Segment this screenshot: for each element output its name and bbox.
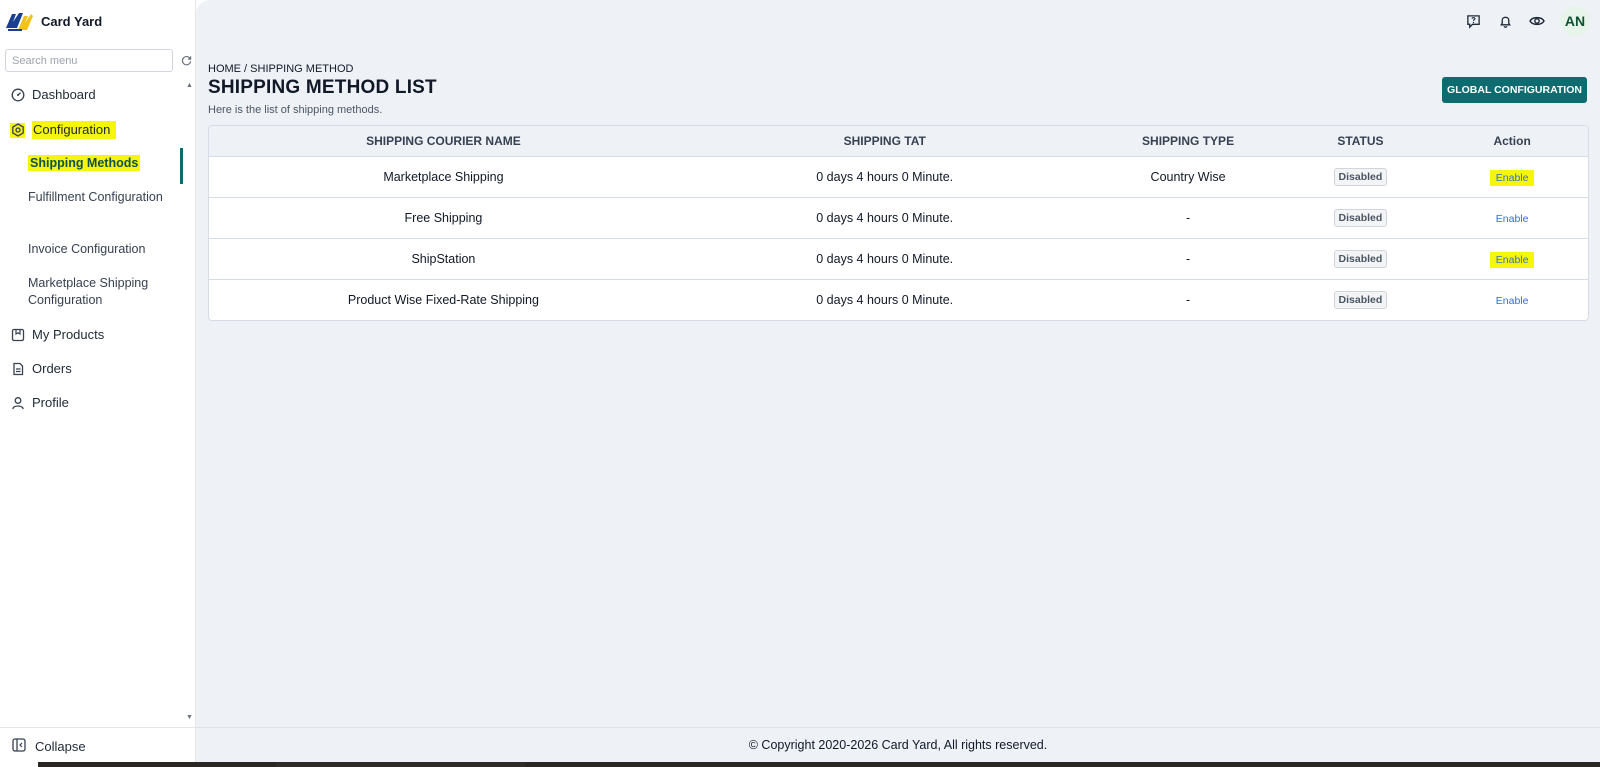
- scroll-up-icon[interactable]: ▲: [186, 82, 193, 89]
- table-row: Product Wise Fixed-Rate Shipping 0 days …: [209, 279, 1588, 320]
- strip-segment: [276, 762, 526, 767]
- status-badge: Disabled: [1333, 208, 1388, 227]
- strip-segment: [0, 762, 38, 767]
- enable-link[interactable]: Enable: [1489, 251, 1535, 268]
- scroll-down-icon[interactable]: ▼: [186, 714, 193, 721]
- column-header-shipping-tat: SHIPPING TAT: [677, 126, 1092, 157]
- search-input[interactable]: [5, 49, 173, 72]
- sidebar-item-label: Configuration: [32, 121, 117, 139]
- sidebar-item-label: Profile: [32, 395, 69, 410]
- sidebar-item-orders[interactable]: Orders: [10, 361, 72, 376]
- sidebar-item-configuration[interactable]: Configuration: [10, 121, 117, 139]
- sidebar-item-label: My Products: [32, 327, 105, 342]
- sidebar-subitem-marketplace-shipping-configuration[interactable]: Marketplace Shipping Configuration: [28, 275, 168, 309]
- sidebar: Card Yard ▲ Dashboard Configuration Ship…: [0, 0, 196, 762]
- sidebar-subitem-shipping-methods[interactable]: Shipping Methods: [28, 155, 168, 172]
- taskbar-strip: [0, 762, 1600, 767]
- enable-link[interactable]: Enable: [1490, 293, 1535, 309]
- main-content: AN HOME / SHIPPING METHOD SHIPPING METHO…: [196, 0, 1600, 762]
- brand-name: Card Yard: [41, 13, 103, 29]
- user-icon: [10, 395, 25, 410]
- courier-name: Free Shipping: [209, 197, 678, 239]
- global-configuration-button[interactable]: GLOBAL CONFIGURATION: [1442, 77, 1587, 103]
- column-header-status: STATUS: [1284, 126, 1437, 157]
- table-row: Free Shipping 0 days 4 hours 0 Minute. -…: [209, 197, 1588, 239]
- sidebar-item-label: Orders: [32, 361, 72, 376]
- table-header-row: SHIPPING COURIER NAME SHIPPING TAT SHIPP…: [209, 126, 1588, 157]
- sidebar-subitem-fulfillment-configuration[interactable]: Fulfillment Configuration: [28, 189, 168, 206]
- refresh-icon[interactable]: [179, 54, 193, 68]
- sidebar-item-label: Dashboard: [32, 87, 96, 102]
- sidebar-subitem-label: Marketplace Shipping Configuration: [28, 276, 149, 307]
- avatar[interactable]: AN: [1560, 6, 1590, 36]
- divider: [0, 727, 196, 728]
- shipping-type: -: [1185, 292, 1191, 307]
- sidebar-subitem-label: Shipping Methods: [28, 155, 141, 171]
- shipping-tat: 0 days 4 hours 0 Minute.: [677, 156, 1092, 198]
- shipping-type: -: [1091, 238, 1285, 280]
- help-chat-icon[interactable]: [1464, 12, 1482, 30]
- active-indicator: [180, 148, 183, 184]
- sidebar-item-dashboard[interactable]: Dashboard: [10, 87, 96, 102]
- courier-name: Marketplace Shipping: [209, 156, 678, 198]
- shipping-tat: 0 days 4 hours 0 Minute.: [816, 292, 954, 307]
- shipping-methods-table: SHIPPING COURIER NAME SHIPPING TAT SHIPP…: [208, 125, 1589, 321]
- sidebar-subitem-label: Fulfillment Configuration: [28, 190, 163, 204]
- page-subtitle: Here is the list of shipping methods.: [208, 104, 383, 116]
- enable-link[interactable]: Enable: [1490, 211, 1535, 227]
- collapse-button[interactable]: Collapse: [12, 738, 86, 755]
- status-badge: Disabled: [1333, 290, 1388, 309]
- sidebar-item-my-products[interactable]: My Products: [10, 327, 104, 342]
- sidebar-subitem-label: Invoice Configuration: [28, 242, 146, 256]
- settings-hex-icon: [10, 122, 25, 138]
- topbar-actions: AN: [1464, 6, 1590, 36]
- courier-name: ShipStation: [209, 238, 678, 280]
- sidebar-subitem-invoice-configuration[interactable]: Invoice Configuration: [28, 241, 168, 258]
- collapse-sidebar-icon: [12, 738, 26, 755]
- orders-icon: [10, 361, 25, 376]
- courier-name: Product Wise Fixed-Rate Shipping: [347, 292, 539, 307]
- status-badge: Disabled: [1333, 167, 1388, 186]
- eye-icon[interactable]: [1528, 12, 1546, 30]
- shipping-type: Country Wise: [1091, 156, 1285, 198]
- shipping-tat: 0 days 4 hours 0 Minute.: [677, 197, 1092, 239]
- breadcrumb: HOME / SHIPPING METHOD: [208, 63, 354, 75]
- status-badge: Disabled: [1333, 249, 1388, 268]
- column-header-courier-name: SHIPPING COURIER NAME: [209, 126, 678, 157]
- shipping-tat: 0 days 4 hours 0 Minute.: [677, 238, 1092, 280]
- table-row: Marketplace Shipping 0 days 4 hours 0 Mi…: [209, 156, 1588, 198]
- column-header-action: Action: [1436, 126, 1588, 157]
- shipping-type: -: [1091, 197, 1285, 239]
- dashboard-icon: [10, 87, 25, 102]
- copyright-text: © Copyright 2020-2026 Card Yard, All rig…: [748, 738, 1048, 752]
- enable-link[interactable]: Enable: [1489, 169, 1535, 186]
- table-row: ShipStation 0 days 4 hours 0 Minute. - D…: [209, 238, 1588, 280]
- collapse-label: Collapse: [35, 739, 86, 754]
- sidebar-item-profile[interactable]: Profile: [10, 395, 69, 410]
- bell-icon[interactable]: [1496, 12, 1514, 30]
- footer: © Copyright 2020-2026 Card Yard, All rig…: [196, 727, 1600, 762]
- page-title: SHIPPING METHOD LIST: [208, 77, 437, 98]
- search-bar: [5, 49, 193, 72]
- column-header-shipping-type: SHIPPING TYPE: [1091, 126, 1285, 157]
- card-yard-logo: [6, 13, 33, 31]
- products-icon: [10, 327, 25, 342]
- brand[interactable]: Card Yard: [4, 7, 102, 35]
